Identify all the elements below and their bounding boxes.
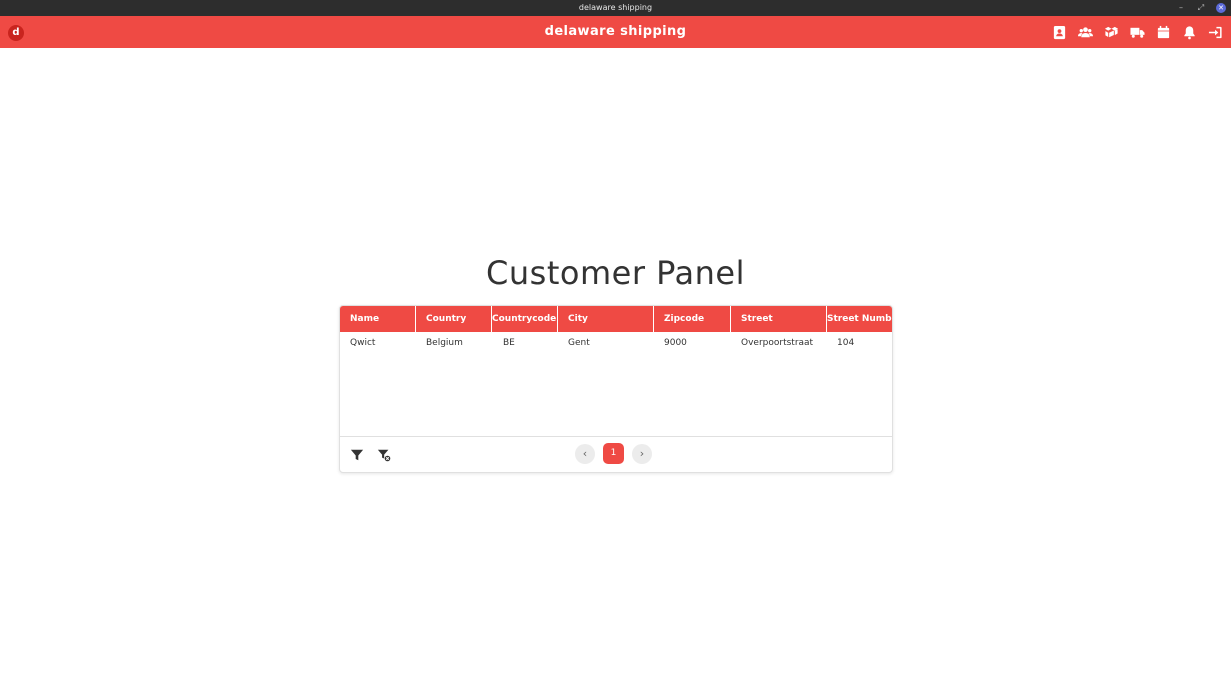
close-icon[interactable]: ✕ xyxy=(1216,3,1226,13)
users-icon[interactable] xyxy=(1075,22,1095,42)
filter-icon[interactable] xyxy=(350,447,366,463)
window-controls: – ⤢ ✕ xyxy=(1176,0,1226,16)
pagination: ‹ 1 › xyxy=(575,443,652,464)
os-titlebar: delaware shipping – ⤢ ✕ xyxy=(0,0,1231,16)
cell-countrycode: BE xyxy=(503,338,515,348)
clear-filter-icon[interactable] xyxy=(377,447,393,463)
grid-body: Qwict Belgium BE Gent 9000 Overpoortstra… xyxy=(340,332,892,436)
column-header-countrycode[interactable]: Countrycode xyxy=(492,306,558,332)
prev-page-button[interactable]: ‹ xyxy=(575,443,595,464)
window-title: delaware shipping xyxy=(578,3,653,12)
cell-country: Belgium xyxy=(426,338,463,348)
next-page-button[interactable]: › xyxy=(632,443,652,464)
cell-street-number: 104 xyxy=(837,338,855,348)
grid-header: Name Country Countrycode City Zipcode St… xyxy=(340,306,892,332)
maximize-icon[interactable]: ⤢ xyxy=(1196,3,1206,13)
column-header-street[interactable]: Street xyxy=(731,306,827,332)
grid-footer: ‹ 1 › xyxy=(340,436,892,472)
table-row[interactable]: Qwict Belgium BE Gent 9000 Overpoortstra… xyxy=(340,332,892,354)
page-1-button[interactable]: 1 xyxy=(603,443,624,464)
cell-name: Qwict xyxy=(350,338,376,348)
column-header-name[interactable]: Name xyxy=(340,306,416,332)
column-header-city[interactable]: City xyxy=(558,306,654,332)
cell-street: Overpoortstraat xyxy=(741,338,814,348)
app-title: delaware shipping xyxy=(544,24,687,39)
truck-icon[interactable] xyxy=(1127,22,1147,42)
column-header-country[interactable]: Country xyxy=(416,306,492,332)
customer-grid: Name Country Countrycode City Zipcode St… xyxy=(339,305,893,473)
calendar-icon[interactable] xyxy=(1153,22,1173,42)
page-title: Customer Panel xyxy=(486,254,745,292)
boxes-icon[interactable] xyxy=(1101,22,1121,42)
contact-card-icon[interactable] xyxy=(1049,22,1069,42)
cell-zipcode: 9000 xyxy=(664,338,687,348)
logout-icon[interactable] xyxy=(1205,22,1225,42)
column-header-zipcode[interactable]: Zipcode xyxy=(654,306,731,332)
minimize-icon[interactable]: – xyxy=(1176,3,1186,13)
cell-city: Gent xyxy=(568,338,590,348)
nav-icons xyxy=(1049,22,1225,42)
bell-icon[interactable] xyxy=(1179,22,1199,42)
column-header-street-number[interactable]: Street Number xyxy=(827,306,892,332)
app-bar: d delaware shipping xyxy=(0,16,1231,48)
